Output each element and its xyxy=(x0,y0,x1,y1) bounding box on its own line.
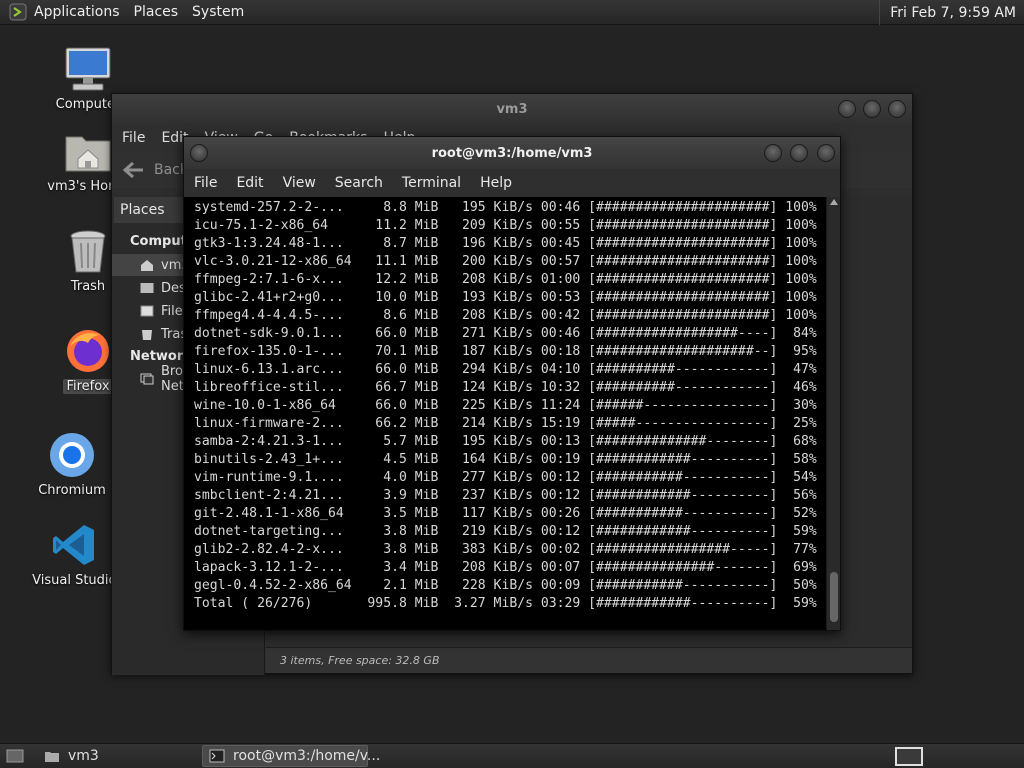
terminal-line: gtk3-1:3.24.48-1... 8.7 MiB 196 KiB/s 00… xyxy=(194,236,817,251)
terminal-window: root@vm3:/home/vm3 File Edit View Search… xyxy=(183,136,841,631)
statusbar: 3 items, Free space: 32.8 GB xyxy=(266,647,912,673)
window-titlebar[interactable]: root@vm3:/home/vm3 xyxy=(184,137,840,169)
close-button[interactable] xyxy=(888,100,906,118)
terminal-output[interactable]: systemd-257.2-2-... 8.8 MiB 195 KiB/s 00… xyxy=(184,197,826,630)
menubar: File Edit View Search Terminal Help xyxy=(184,169,840,197)
terminal-line: vlc-3.0.21-12-x86_64 11.1 MiB 200 KiB/s … xyxy=(194,254,817,269)
chromium-icon xyxy=(46,430,98,480)
terminal-line: binutils-2.43_1+... 4.5 MiB 164 KiB/s 00… xyxy=(194,452,817,467)
terminal-line: ffmpeg-2:7.1-6-x... 12.2 MiB 208 KiB/s 0… xyxy=(194,272,817,287)
window-menu-button[interactable] xyxy=(190,144,208,162)
menu-view[interactable]: View xyxy=(283,175,316,191)
drive-icon xyxy=(140,304,154,318)
applications-menu[interactable]: Applications xyxy=(34,4,120,20)
terminal-scrollbar[interactable] xyxy=(826,197,840,630)
close-button[interactable] xyxy=(817,144,835,162)
terminal-line: git-2.48.1-1-x86_64 3.5 MiB 117 KiB/s 00… xyxy=(194,506,817,521)
terminal-line: gegl-0.4.52-2-x86_64 2.1 MiB 228 KiB/s 0… xyxy=(194,578,817,593)
terminal-line: systemd-257.2-2-... 8.8 MiB 195 KiB/s 00… xyxy=(194,200,817,215)
bottom-panel: vm3 root@vm3:/home/v... xyxy=(0,743,1024,768)
desktop-icon-label: Trash xyxy=(70,279,106,294)
minimize-button[interactable] xyxy=(838,100,856,118)
scroll-up-arrow-icon[interactable] xyxy=(830,199,838,205)
window-titlebar[interactable]: vm3 xyxy=(112,94,912,124)
home-folder-icon xyxy=(62,126,114,176)
terminal-icon xyxy=(209,749,225,763)
window-title: root@vm3:/home/vm3 xyxy=(431,145,593,161)
terminal-line: libreoffice-stil... 66.7 MiB 124 KiB/s 1… xyxy=(194,380,817,395)
terminal-line: glib2-2.82.4-2-x... 3.8 MiB 383 KiB/s 00… xyxy=(194,542,817,557)
terminal-line: ffmpeg4.4-4.4.5-... 8.6 MiB 208 KiB/s 00… xyxy=(194,308,817,323)
menu-help[interactable]: Help xyxy=(480,175,512,191)
terminal-line: Total ( 26/276) 995.8 MiB 3.27 MiB/s 03:… xyxy=(194,596,817,611)
terminal-line: lapack-3.12.1-2-... 3.4 MiB 208 KiB/s 00… xyxy=(194,560,817,575)
terminal-line: glibc-2.41+r2+g0... 10.0 MiB 193 KiB/s 0… xyxy=(194,290,817,305)
desktop-icon-label: Chromium xyxy=(38,483,106,498)
terminal-line: dotnet-sdk-9.0.1... 66.0 MiB 271 KiB/s 0… xyxy=(194,326,817,341)
taskbar-item-label: vm3 xyxy=(68,748,99,764)
menu-edit[interactable]: Edit xyxy=(236,175,263,191)
terminal-line: firefox-135.0-1-... 70.1 MiB 187 KiB/s 0… xyxy=(194,344,817,359)
terminal-line: linux-6.13.1.arc... 66.0 MiB 294 KiB/s 0… xyxy=(194,362,817,377)
taskbar-item-label: root@vm3:/home/v... xyxy=(233,748,381,764)
home-folder-icon xyxy=(44,749,60,763)
firefox-icon xyxy=(62,326,114,376)
terminal-line: samba-2:4.21.3-1... 5.7 MiB 195 KiB/s 00… xyxy=(194,434,817,449)
menu-search[interactable]: Search xyxy=(335,175,383,191)
terminal-line: dotnet-targeting... 3.8 MiB 219 KiB/s 00… xyxy=(194,524,817,539)
places-menu[interactable]: Places xyxy=(134,4,179,20)
show-desktop-button[interactable] xyxy=(2,745,28,767)
terminal-line: icu-75.1-2-x86_64 11.2 MiB 209 KiB/s 00:… xyxy=(194,218,817,233)
window-title: vm3 xyxy=(496,101,528,117)
menu-file[interactable]: File xyxy=(194,175,217,191)
workspace-switcher[interactable] xyxy=(895,747,923,766)
main-menu-icon[interactable] xyxy=(8,2,28,22)
trash-icon xyxy=(62,226,114,276)
scrollbar-thumb[interactable] xyxy=(830,572,838,622)
desktop-folder-icon xyxy=(140,281,154,295)
trash-icon xyxy=(140,327,154,341)
desktop-icon-label: Firefox xyxy=(63,379,113,394)
back-arrow-icon xyxy=(122,161,143,179)
system-menu[interactable]: System xyxy=(192,4,244,20)
terminal-line: smbclient-2:4.21... 3.9 MiB 237 KiB/s 00… xyxy=(194,488,817,503)
places-label: Places xyxy=(120,202,165,218)
taskbar-item-terminal[interactable]: root@vm3:/home/v... xyxy=(202,745,380,767)
network-icon xyxy=(140,372,154,386)
show-desktop-icon xyxy=(6,749,24,763)
vscode-icon xyxy=(48,520,100,570)
top-panel: Applications Places System Fri Feb 7, 9:… xyxy=(0,0,1024,25)
clock[interactable]: Fri Feb 7, 9:59 AM xyxy=(879,0,1024,25)
computer-icon xyxy=(62,44,114,94)
menu-terminal[interactable]: Terminal xyxy=(402,175,461,191)
terminal-line: linux-firmware-2... 66.2 MiB 214 KiB/s 1… xyxy=(194,416,817,431)
maximize-button[interactable] xyxy=(790,144,808,162)
home-icon xyxy=(140,258,154,272)
taskbar-item-file-manager[interactable]: vm3 xyxy=(38,745,198,767)
terminal-line: wine-10.0-1-x86_64 66.0 MiB 225 KiB/s 11… xyxy=(194,398,817,413)
menu-file[interactable]: File xyxy=(122,130,145,146)
minimize-button[interactable] xyxy=(764,144,782,162)
maximize-button[interactable] xyxy=(863,100,881,118)
terminal-line: vim-runtime-9.1.... 4.0 MiB 277 KiB/s 00… xyxy=(194,470,817,485)
back-button[interactable]: Back xyxy=(122,160,188,180)
